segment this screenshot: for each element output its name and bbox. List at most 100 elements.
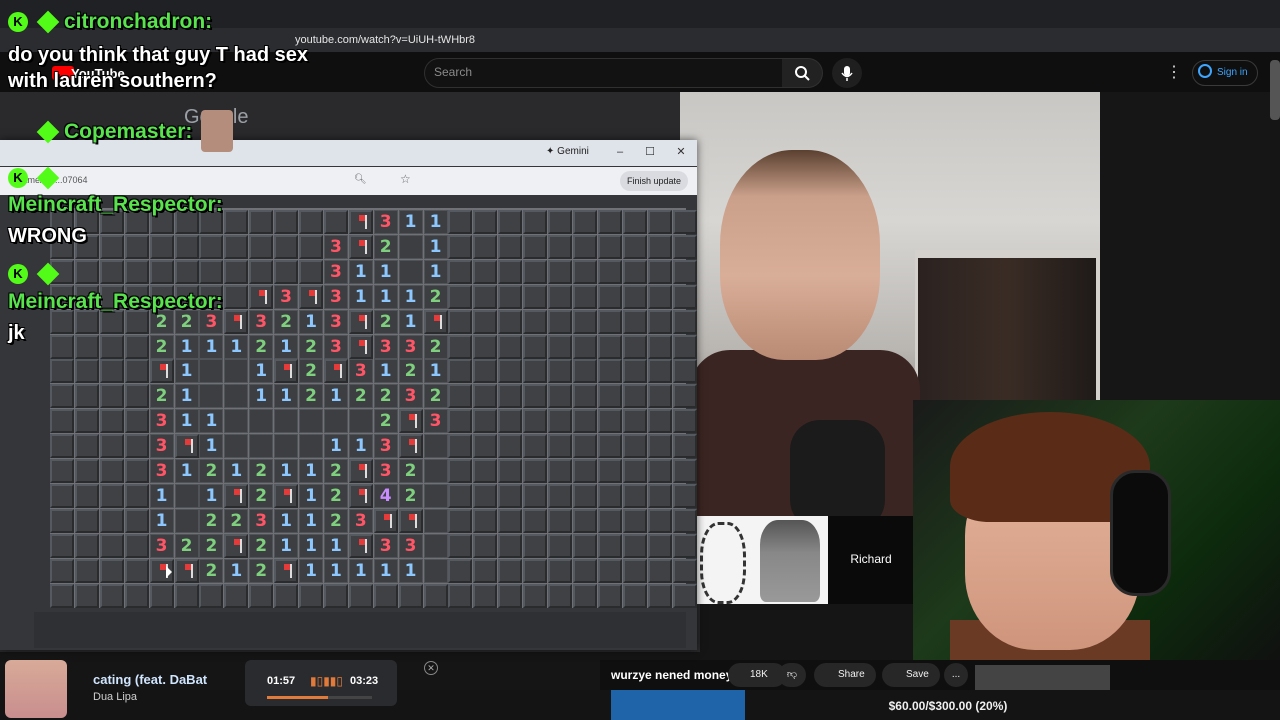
- revealed-cell[interactable]: 3: [149, 434, 174, 459]
- unrevealed-cell[interactable]: [548, 583, 572, 608]
- unrevealed-cell[interactable]: [622, 359, 647, 384]
- revealed-cell[interactable]: 3: [323, 284, 348, 309]
- unrevealed-cell[interactable]: [647, 259, 672, 284]
- unrevealed-cell[interactable]: [50, 459, 74, 483]
- unrevealed-cell[interactable]: [647, 359, 672, 384]
- unrevealed-cell[interactable]: [124, 583, 149, 608]
- unrevealed-cell[interactable]: [249, 583, 274, 608]
- unrevealed-cell[interactable]: [323, 210, 348, 234]
- unrevealed-cell[interactable]: [548, 434, 572, 459]
- unrevealed-cell[interactable]: [572, 234, 597, 259]
- unrevealed-cell[interactable]: [274, 210, 299, 234]
- unrevealed-cell[interactable]: [548, 533, 572, 558]
- unrevealed-cell[interactable]: [622, 284, 647, 309]
- revealed-cell[interactable]: 2: [373, 409, 398, 434]
- unrevealed-cell[interactable]: [274, 259, 299, 284]
- revealed-cell[interactable]: 1: [274, 533, 299, 558]
- unrevealed-cell[interactable]: [548, 334, 572, 359]
- unrevealed-cell[interactable]: [149, 234, 174, 259]
- unrevealed-cell[interactable]: [99, 508, 124, 533]
- revealed-cell[interactable]: 1: [348, 558, 373, 583]
- flag-icon[interactable]: [274, 359, 299, 384]
- unrevealed-cell[interactable]: [672, 284, 697, 309]
- unrevealed-cell[interactable]: [572, 558, 597, 583]
- unrevealed-cell[interactable]: [50, 434, 74, 459]
- unrevealed-cell[interactable]: [299, 210, 323, 234]
- revealed-cell[interactable]: 2: [373, 234, 398, 259]
- unrevealed-cell[interactable]: [622, 259, 647, 284]
- revealed-cell[interactable]: [348, 409, 373, 434]
- unrevealed-cell[interactable]: [647, 558, 672, 583]
- unrevealed-cell[interactable]: [473, 359, 498, 384]
- revealed-cell[interactable]: 1: [423, 359, 448, 384]
- unrevealed-cell[interactable]: [672, 210, 697, 234]
- unrevealed-cell[interactable]: [74, 483, 99, 508]
- unrevealed-cell[interactable]: [448, 459, 473, 483]
- unrevealed-cell[interactable]: [74, 434, 99, 459]
- unrevealed-cell[interactable]: [299, 583, 323, 608]
- revealed-cell[interactable]: 1: [274, 508, 299, 533]
- unrevealed-cell[interactable]: [647, 583, 672, 608]
- unrevealed-cell[interactable]: [597, 508, 622, 533]
- unrevealed-cell[interactable]: [523, 259, 548, 284]
- unrevealed-cell[interactable]: [124, 234, 149, 259]
- flag-icon[interactable]: [348, 533, 373, 558]
- flag-icon[interactable]: [249, 284, 274, 309]
- unrevealed-cell[interactable]: [572, 508, 597, 533]
- unrevealed-cell[interactable]: [448, 558, 473, 583]
- unrevealed-cell[interactable]: [548, 409, 572, 434]
- unrevealed-cell[interactable]: [523, 533, 548, 558]
- unrevealed-cell[interactable]: [473, 384, 498, 409]
- unrevealed-cell[interactable]: [647, 533, 672, 558]
- revealed-cell[interactable]: [174, 483, 199, 508]
- revealed-cell[interactable]: 1: [299, 558, 323, 583]
- revealed-cell[interactable]: 1: [398, 284, 423, 309]
- unrevealed-cell[interactable]: [597, 583, 622, 608]
- revealed-cell[interactable]: [323, 409, 348, 434]
- unrevealed-cell[interactable]: [448, 259, 473, 284]
- unrevealed-cell[interactable]: [124, 558, 149, 583]
- unrevealed-cell[interactable]: [149, 259, 174, 284]
- minimize-button[interactable]: –: [608, 144, 632, 160]
- unrevealed-cell[interactable]: [548, 210, 572, 234]
- revealed-cell[interactable]: [423, 533, 448, 558]
- unrevealed-cell[interactable]: [548, 508, 572, 533]
- unrevealed-cell[interactable]: [74, 409, 99, 434]
- unrevealed-cell[interactable]: [174, 583, 199, 608]
- revealed-cell[interactable]: 1: [373, 259, 398, 284]
- flag-icon[interactable]: [299, 284, 323, 309]
- unrevealed-cell[interactable]: [174, 259, 199, 284]
- unrevealed-cell[interactable]: [647, 309, 672, 334]
- unrevealed-cell[interactable]: [572, 483, 597, 508]
- unrevealed-cell[interactable]: [498, 359, 523, 384]
- unrevealed-cell[interactable]: [50, 533, 74, 558]
- revealed-cell[interactable]: 2: [423, 384, 448, 409]
- unrevealed-cell[interactable]: [647, 409, 672, 434]
- unrevealed-cell[interactable]: [224, 284, 249, 309]
- unrevealed-cell[interactable]: [647, 210, 672, 234]
- unrevealed-cell[interactable]: [572, 434, 597, 459]
- revealed-cell[interactable]: 1: [149, 483, 174, 508]
- unrevealed-cell[interactable]: [74, 459, 99, 483]
- revealed-cell[interactable]: [249, 434, 274, 459]
- unrevealed-cell[interactable]: [124, 384, 149, 409]
- revealed-cell[interactable]: 2: [249, 483, 274, 508]
- unrevealed-cell[interactable]: [448, 583, 473, 608]
- unrevealed-cell[interactable]: [597, 459, 622, 483]
- flag-icon[interactable]: [174, 558, 199, 583]
- revealed-cell[interactable]: 2: [224, 508, 249, 533]
- revealed-cell[interactable]: 1: [398, 558, 423, 583]
- revealed-cell[interactable]: 2: [423, 284, 448, 309]
- unrevealed-cell[interactable]: [523, 359, 548, 384]
- unrevealed-cell[interactable]: [124, 483, 149, 508]
- revealed-cell[interactable]: [423, 459, 448, 483]
- revealed-cell[interactable]: 1: [299, 508, 323, 533]
- address-url[interactable]: youtube.com/watch?v=UiUH-tWHbr8: [295, 34, 475, 46]
- unrevealed-cell[interactable]: [672, 533, 697, 558]
- revealed-cell[interactable]: 1: [323, 558, 348, 583]
- revealed-cell[interactable]: [199, 359, 224, 384]
- bookmark-star-icon[interactable]: ☆: [400, 172, 411, 186]
- unrevealed-cell[interactable]: [572, 259, 597, 284]
- revealed-cell[interactable]: 3: [373, 434, 398, 459]
- search-button[interactable]: [782, 58, 823, 88]
